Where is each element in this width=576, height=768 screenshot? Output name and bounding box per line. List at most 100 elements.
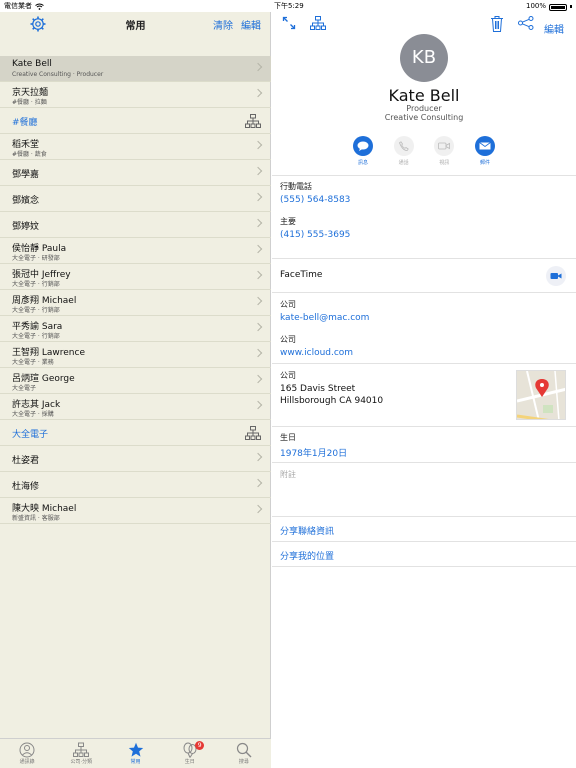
facetime-video-button[interactable] [546, 266, 566, 286]
mail-action[interactable]: 郵件 [470, 136, 500, 166]
birthday-value[interactable]: 1978年1月20日 [280, 446, 347, 459]
expand-icon[interactable] [282, 16, 296, 30]
row-name: 杜海修 [12, 482, 40, 492]
group-row[interactable]: #餐廳 [0, 108, 271, 134]
row-name: 大全電子 [12, 430, 49, 440]
row-subtitle: Creative Consulting · Producer [12, 71, 104, 78]
chevron-right-icon [253, 166, 263, 176]
email-label: 公司 [280, 300, 296, 309]
video-icon [434, 136, 455, 156]
url-value[interactable]: www.icloud.com [280, 348, 353, 358]
wifi-icon [35, 3, 44, 10]
contact-row[interactable]: 杜海修 [0, 472, 271, 498]
row-name: 鄧學嘉 [12, 170, 40, 180]
battery-tip [570, 4, 572, 8]
address-label: 公司 [280, 371, 296, 380]
contact-row[interactable]: 鄧婷妏 [0, 212, 271, 238]
status-left: 電信業者 [4, 0, 44, 12]
contact-row[interactable]: Kate Bell Creative Consulting · Producer [0, 56, 271, 82]
tab-star[interactable]: 常用 [108, 739, 162, 768]
row-subtitle: 大全電子 · 行銷部 [12, 333, 60, 340]
tab-bar: 通訊錄 公司·分類 常用 9 生日 搜尋 [0, 738, 271, 768]
battery-icon [549, 3, 567, 11]
address-section[interactable]: 公司 165 Davis Street Hillsborough CA 9401… [272, 364, 576, 427]
url-field[interactable]: 公司 www.icloud.com [280, 334, 353, 358]
contact-row[interactable]: 鄧嬪念 [0, 186, 271, 212]
status-time: 下午5:29 [274, 2, 304, 10]
edit-button[interactable]: 編輯 [241, 17, 261, 32]
address-field[interactable]: 公司 165 Davis Street Hillsborough CA 9401… [280, 370, 383, 406]
status-bar: 電信業者 下午5:29 100% [0, 0, 576, 12]
facetime-section[interactable]: FaceTime [272, 259, 576, 293]
map-thumbnail[interactable] [516, 370, 566, 420]
favorites-pane: 常用 清除 編輯 Kate Bell Creative Consulting · … [0, 12, 271, 768]
group-row[interactable]: 大全電子 [0, 420, 271, 446]
birthday-section[interactable]: 生日 1978年1月20日 [272, 427, 576, 463]
phone-section: 行動電話 (555) 564-8583 主要 (415) 555-3695 [272, 176, 576, 259]
tab-search[interactable]: 搜尋 [217, 739, 271, 768]
row-subtitle: 大全電子 · 行銷部 [12, 307, 60, 314]
org-chart-icon[interactable] [310, 16, 326, 30]
row-subtitle: 大全電子 · 業務 [12, 359, 54, 366]
email-field[interactable]: 公司 kate-bell@mac.com [280, 299, 369, 323]
main-phone-value[interactable]: (415) 555-3695 [280, 230, 350, 240]
mobile-field[interactable]: 行動電話 (555) 564-8583 [280, 181, 350, 205]
notes-section[interactable]: 附註 [272, 463, 576, 517]
notes-placeholder: 附註 [280, 470, 296, 479]
chevron-right-icon [253, 478, 263, 488]
tab-balloon[interactable]: 9 生日 [163, 739, 217, 768]
row-name: 鄧嬪念 [12, 196, 40, 206]
birthday-badge: 9 [195, 741, 205, 750]
contact-detail-pane: 編輯 KB Kate Bell Producer Creative Consul… [272, 12, 576, 768]
chevron-right-icon [253, 348, 263, 358]
row-subtitle: 大全電子 · 研發部 [12, 255, 60, 262]
share-contact-row[interactable]: 分享聯絡資訊 [272, 517, 576, 542]
row-subtitle: 大全電子 · 行銷部 [12, 281, 60, 288]
message-action[interactable]: 訊息 [348, 136, 378, 166]
battery-percent: 100% [525, 2, 546, 10]
tab-org-chart[interactable]: 公司·分類 [54, 739, 108, 768]
contact-row[interactable]: 周彥翔 Michael 大全電子 · 行銷部 [0, 290, 271, 316]
tab-label: 搜尋 [238, 759, 249, 765]
contact-row[interactable]: 稻禾堂 #餐廳 · 蔬食 [0, 134, 271, 160]
mobile-value[interactable]: (555) 564-8583 [280, 195, 350, 205]
row-subtitle: 新盛資訊 · 客服部 [12, 515, 60, 522]
tab-label: 公司·分類 [70, 759, 93, 765]
tab-label: 生日 [184, 759, 195, 765]
row-subtitle: #餐廳 · 拉麵 [12, 99, 47, 106]
share-icon[interactable] [518, 16, 534, 30]
contact-row[interactable]: 張冠中 Jeffrey 大全電子 · 行銷部 [0, 264, 271, 290]
tab-label: 常用 [130, 759, 141, 765]
birthday-field[interactable]: 生日 1978年1月20日 [280, 432, 347, 459]
address-line1: 165 Davis Street [280, 384, 356, 394]
contact-row[interactable]: 杜姿君 [0, 446, 271, 472]
row-name: Kate Bell [12, 59, 52, 69]
trash-icon[interactable] [490, 16, 504, 32]
contact-row[interactable]: 許志其 Jack 大全電子 · 採購 [0, 394, 271, 420]
org-chart-icon[interactable] [245, 114, 261, 128]
contact-row[interactable]: 陳大映 Michael 新盛資訊 · 客服部 [0, 498, 271, 524]
contact-row[interactable]: 鄧學嘉 [0, 160, 271, 186]
contact-job-title: Producer [406, 104, 442, 113]
share-contact-link[interactable]: 分享聯絡資訊 [280, 524, 334, 537]
contact-row[interactable]: 平秀諭 Sara 大全電子 · 行銷部 [0, 316, 271, 342]
contact-organization: Creative Consulting [384, 113, 464, 122]
contact-row[interactable]: 京天拉麵 #餐廳 · 拉麵 [0, 82, 271, 108]
edit-contact-button[interactable]: 編輯 [544, 21, 564, 36]
avatar: KB [400, 34, 448, 82]
contact-actions: 訊息 通話 視訊 郵件 [348, 136, 500, 166]
contact-row[interactable]: 王智翔 Lawrence 大全電子 · 業務 [0, 342, 271, 368]
share-location-row[interactable]: 分享我的位置 [272, 542, 576, 567]
contact-row[interactable]: 侯怡靜 Paula 大全電子 · 研發部 [0, 238, 271, 264]
chevron-right-icon [253, 296, 263, 306]
email-value[interactable]: kate-bell@mac.com [280, 313, 369, 323]
share-location-link[interactable]: 分享我的位置 [280, 549, 334, 562]
tab-person-circle[interactable]: 通訊錄 [0, 739, 54, 768]
contact-row[interactable]: 呂炳瑄 George 大全電子 [0, 368, 271, 394]
birthday-label: 生日 [280, 433, 296, 442]
clear-button[interactable]: 清除 [213, 17, 233, 32]
main-phone-field[interactable]: 主要 (415) 555-3695 [280, 216, 350, 240]
org-chart-icon[interactable] [245, 426, 261, 440]
contact-details: 行動電話 (555) 564-8583 主要 (415) 555-3695 Fa… [272, 175, 576, 567]
search-icon [236, 742, 252, 758]
